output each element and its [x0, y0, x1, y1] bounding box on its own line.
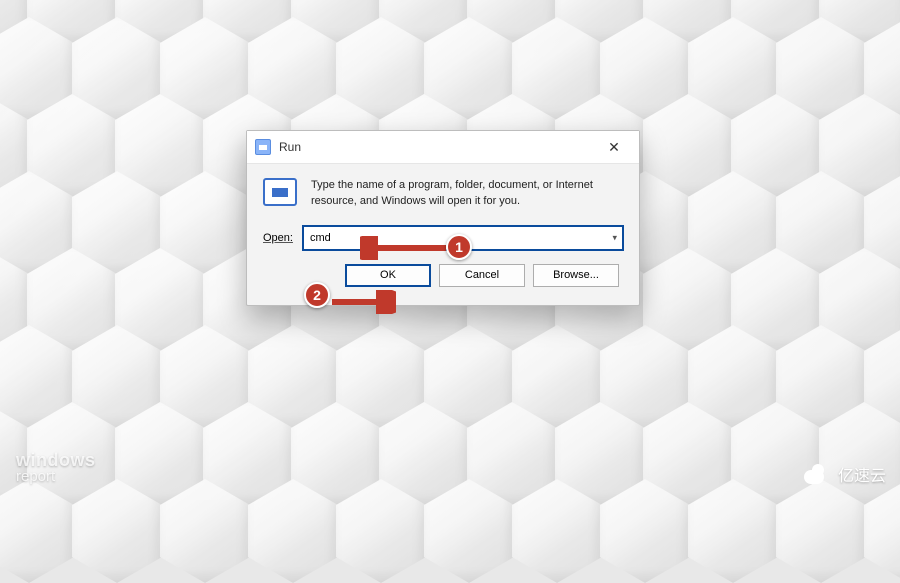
dialog-description: Type the name of a program, folder, docu…: [311, 178, 623, 210]
annotation-badge-1: 1: [446, 234, 472, 260]
close-icon: ✕: [608, 139, 620, 156]
run-icon: [263, 178, 297, 206]
run-dialog: Run ✕ Type the name of a program, folder…: [246, 130, 640, 306]
cancel-button[interactable]: Cancel: [439, 264, 525, 287]
annotation-badge-2: 2: [304, 282, 330, 308]
annotation-arrow-2: [326, 290, 396, 314]
watermark-yisu: 亿速云: [802, 462, 886, 486]
titlebar[interactable]: Run ✕: [247, 131, 639, 164]
cloud-icon: [802, 464, 832, 484]
ok-button[interactable]: OK: [345, 264, 431, 287]
browse-button[interactable]: Browse...: [533, 264, 619, 287]
run-icon: [255, 139, 271, 155]
annotation-arrow-1: [360, 236, 450, 260]
close-button[interactable]: ✕: [599, 137, 629, 157]
open-label: Open:: [263, 232, 293, 244]
watermark-windowsreport: windows report: [16, 451, 96, 484]
dialog-title: Run: [279, 140, 301, 154]
